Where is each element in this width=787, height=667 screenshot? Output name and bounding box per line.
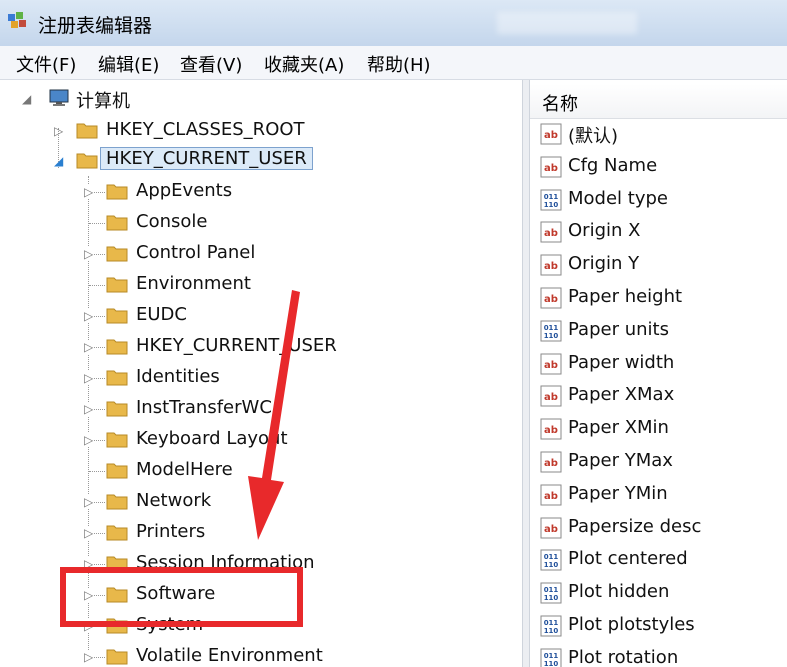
highlight-box xyxy=(60,567,303,627)
